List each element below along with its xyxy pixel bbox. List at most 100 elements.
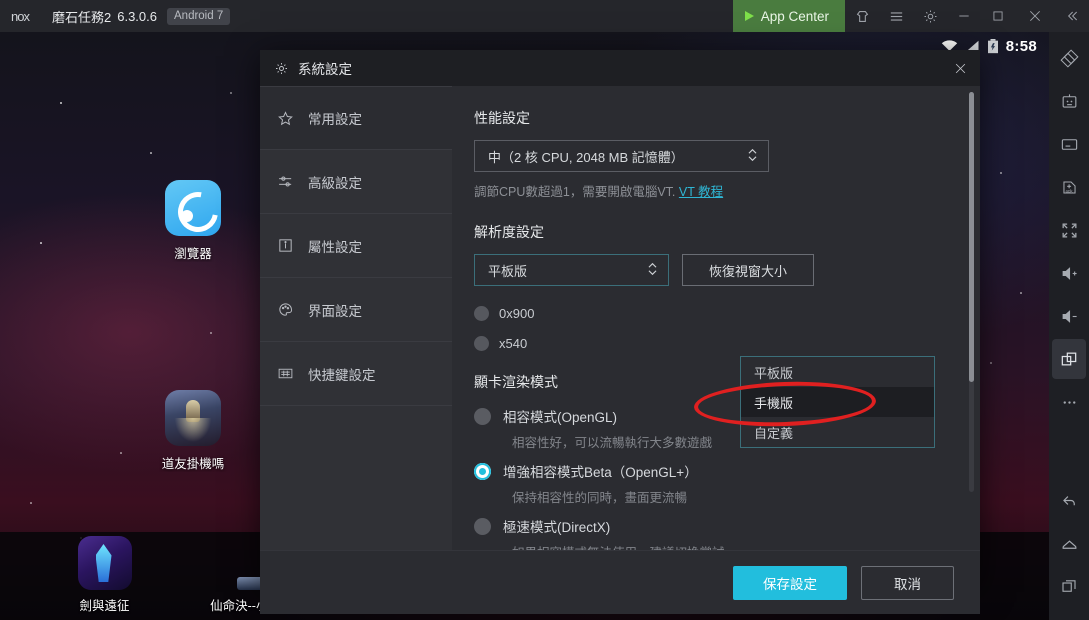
sidebar-item-shortcuts[interactable]: 快捷鍵設定: [260, 342, 452, 406]
render-option-desc: 如果相容模式無法使用，建議切換嘗試: [512, 542, 954, 550]
home-icon[interactable]: [1052, 523, 1086, 563]
play-icon: [744, 11, 754, 21]
multi-window-icon[interactable]: [1052, 339, 1086, 379]
macro-recorder-icon[interactable]: [1052, 81, 1086, 121]
sidebar-item-interface[interactable]: 界面設定: [260, 278, 452, 342]
save-button[interactable]: 保存設定: [733, 565, 847, 600]
maximize-icon[interactable]: [981, 0, 1015, 32]
desktop-app-idle-game[interactable]: 道友掛機嗎: [145, 390, 241, 472]
desktop-app-browser[interactable]: 瀏覽器: [145, 180, 241, 262]
settings-scrollbar[interactable]: [969, 92, 974, 492]
chevron-updown-icon: [647, 261, 658, 280]
radio-icon: [474, 335, 489, 351]
radio-icon: [474, 305, 489, 321]
radio-icon-selected: [474, 462, 491, 480]
resolution-radio-label: x540: [499, 335, 528, 351]
settings-sidebar: 常用設定 高級設定 屬性設定 界面設定 快捷鍵設定: [260, 86, 452, 550]
install-apk-icon[interactable]: apk: [1052, 167, 1086, 207]
render-option-label: 相容模式(OpenGL): [503, 410, 618, 425]
android-version-badge: Android 7: [167, 7, 231, 25]
settings-main-panel: 性能設定 中（2 核 CPU, 2048 MB 記憶體） 調節CPU數超過1，需…: [452, 86, 980, 550]
close-icon[interactable]: [1015, 0, 1055, 32]
dialog-body: 常用設定 高級設定 屬性設定 界面設定 快捷鍵設定 性能設定 中（2 核 CPU…: [260, 86, 980, 550]
sidebar-item-advanced[interactable]: 高級設定: [260, 150, 452, 214]
close-icon[interactable]: [940, 50, 980, 86]
resolution-section-title: 解析度設定: [474, 224, 544, 240]
sidebar-item-label: 快捷鍵設定: [308, 367, 376, 383]
volume-up-icon[interactable]: [1052, 253, 1086, 293]
app-center-button[interactable]: App Center: [732, 0, 845, 32]
battery-icon: [987, 38, 999, 54]
svg-text:apk: apk: [1065, 188, 1073, 193]
system-settings-dialog: 系統設定 常用設定 高級設定 屬性設定 界面設定 快捷鍵設定 性能設定 中（2 …: [260, 50, 980, 614]
back-icon[interactable]: [1052, 480, 1086, 520]
resolution-radio-option[interactable]: 0x900: [474, 298, 954, 328]
render-option-label: 極速模式(DirectX): [503, 520, 611, 535]
restore-window-size-button[interactable]: 恢復視窗大小: [682, 254, 815, 286]
sidebar-item-label: 界面設定: [308, 303, 362, 319]
dock-item[interactable]: 劍與遠征: [22, 536, 187, 614]
resolution-select-value: 平板版: [488, 263, 528, 279]
afk-arena-icon: [77, 536, 132, 590]
performance-section-title: 性能設定: [474, 110, 530, 126]
app-title: 磨石任務2: [52, 9, 112, 25]
shirt-icon[interactable]: [845, 0, 879, 32]
palette-icon: [276, 301, 295, 318]
vt-tutorial-link[interactable]: VT 教程: [679, 185, 723, 199]
collapse-left-icon[interactable]: [1055, 0, 1089, 32]
sidebar-item-label: 高級設定: [308, 175, 362, 191]
game-hero-icon: [165, 390, 221, 446]
star-icon: [276, 110, 295, 127]
app-center-label: App Center: [760, 8, 829, 24]
render-option-label: 增強相容模式Beta（OpenGL+）: [503, 465, 698, 480]
dock-item-label: 劍與遠征: [79, 599, 130, 613]
sidebar-item-general[interactable]: 常用設定: [260, 86, 452, 150]
resolution-select[interactable]: 平板版: [474, 254, 669, 286]
resolution-radio-label: 0x900: [499, 305, 535, 321]
dialog-title: 系統設定: [298, 62, 352, 77]
save-button-label: 保存設定: [763, 576, 817, 592]
sliders-icon: [276, 173, 295, 190]
gear-icon: [274, 61, 289, 76]
minimize-icon[interactable]: [947, 0, 981, 32]
vt-hint: 調節CPU數超過1，需要開啟電腦VT. VT 教程: [474, 181, 954, 200]
fullscreen-icon[interactable]: [1052, 210, 1086, 250]
nox-player-window: nox 磨石任務2 6.3.0.6 Android 7 App Center 8…: [0, 0, 1089, 620]
keyboard-icon: [276, 365, 295, 382]
vt-hint-text: 調節CPU數超過1，需要開啟電腦VT.: [474, 185, 679, 199]
radio-icon: [474, 407, 491, 425]
recents-icon[interactable]: [1052, 566, 1086, 606]
sidebar-item-label: 屬性設定: [308, 239, 362, 255]
multi-instance-icon[interactable]: [1052, 38, 1086, 78]
browser-icon: [165, 180, 221, 236]
scrollbar-thumb[interactable]: [969, 92, 974, 382]
svg-text:nox: nox: [11, 10, 30, 23]
radio-icon: [474, 517, 491, 535]
menu-icon[interactable]: [879, 0, 913, 32]
right-toolbar: apk: [1049, 32, 1089, 620]
dialog-header: 系統設定: [260, 50, 980, 86]
volume-down-icon[interactable]: [1052, 296, 1086, 336]
render-option-directx[interactable]: 極速模式(DirectX): [474, 516, 954, 536]
sidebar-item-properties[interactable]: 屬性設定: [260, 214, 452, 278]
resolution-radio-group: 0x900 x540: [474, 298, 954, 358]
gear-icon[interactable]: [913, 0, 947, 32]
resolution-row: 平板版 恢復視窗大小: [474, 254, 954, 286]
performance-select[interactable]: 中（2 核 CPU, 2048 MB 記憶體）: [474, 140, 769, 172]
desktop-app-label: 道友掛機嗎: [161, 457, 225, 471]
dropdown-option-label: 平板版: [754, 365, 794, 381]
sidebar-item-label: 常用設定: [308, 112, 362, 127]
dialog-footer: 保存設定 取消: [260, 550, 980, 614]
screen-icon[interactable]: [1052, 124, 1086, 164]
resolution-radio-option[interactable]: x540: [474, 328, 954, 358]
info-box-icon: [276, 237, 295, 254]
desktop-app-label: 瀏覽器: [174, 247, 212, 261]
render-option-opengl-plus[interactable]: 增強相容模式Beta（OpenGL+）: [474, 461, 954, 481]
app-version: 6.3.0.6: [117, 8, 157, 24]
chevron-updown-icon: [747, 147, 758, 166]
more-icon[interactable]: [1052, 382, 1086, 422]
cancel-button-label: 取消: [894, 576, 921, 592]
performance-select-value: 中（2 核 CPU, 2048 MB 記憶體）: [488, 149, 684, 165]
cancel-button[interactable]: 取消: [861, 565, 954, 600]
window-titlebar: nox 磨石任務2 6.3.0.6 Android 7 App Center: [0, 0, 1089, 32]
